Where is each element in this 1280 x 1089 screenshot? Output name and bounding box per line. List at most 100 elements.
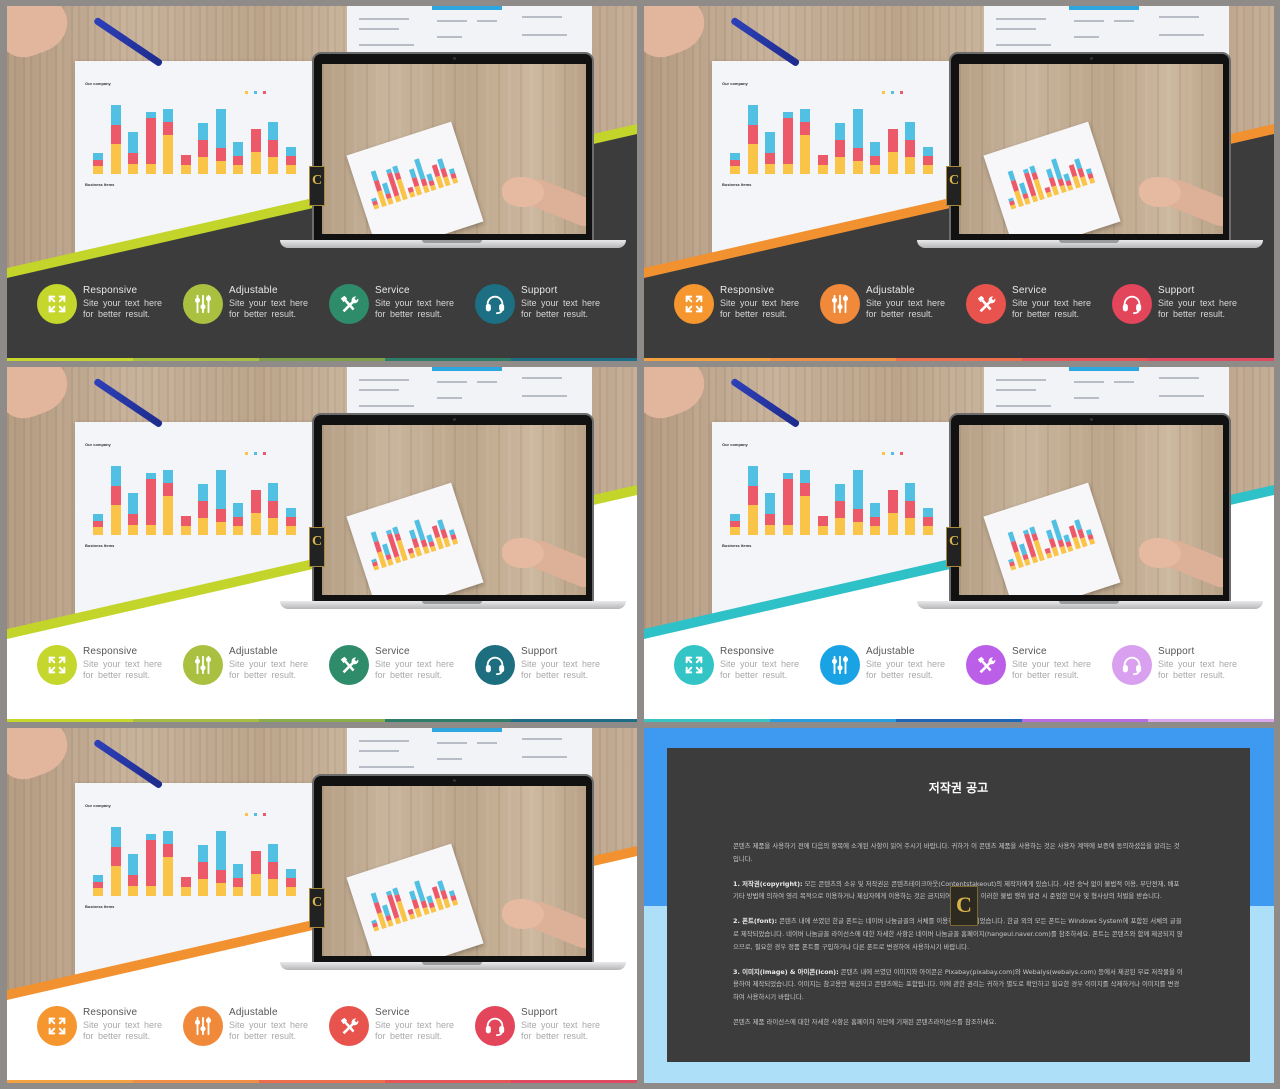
stripe-segment: [770, 719, 896, 722]
stripe-segment: [385, 1080, 511, 1083]
headset-icon: [475, 284, 515, 324]
laptop-mockup: [917, 413, 1263, 609]
feature-description: Site your text here for better result.: [229, 659, 308, 681]
feature-description-line: Site your text here: [1012, 659, 1092, 669]
bar-segment: [430, 184, 437, 191]
feature-description-line: for better result.: [1012, 670, 1080, 680]
slide-thumbnail-4[interactable]: Our company Business Items C Responsive …: [644, 367, 1274, 722]
bar-segment: [394, 917, 401, 925]
feature-description-line: for better result.: [521, 670, 589, 680]
feature-description-line: for better result.: [375, 670, 443, 680]
laptop-screen: [322, 786, 586, 956]
bottom-color-stripe: [7, 1080, 637, 1083]
stripe-segment: [385, 719, 511, 722]
expand-arrows-icon: [37, 284, 77, 324]
bar-segment: [1059, 185, 1067, 194]
bar-segment: [1080, 176, 1088, 187]
expand-arrows-icon: [674, 645, 714, 685]
feature-description: Site your text here for better result.: [720, 298, 799, 320]
feature-description: Site your text here for better result.: [1012, 298, 1091, 320]
feature-title: Responsive: [720, 646, 775, 657]
feature-description: Site your text here for better result.: [866, 659, 945, 681]
feature-list: Responsive Site your text here for better…: [674, 284, 1264, 324]
bottom-color-stripe: [644, 719, 1274, 722]
notice-outro: 콘텐츠 제품 라이선스에 대한 자세한 사항은 홈페이지 하단에 기재된 콘텐츠…: [733, 1017, 997, 1026]
feature-list: Responsive Site your text here for better…: [37, 284, 627, 324]
feature-title: Responsive: [720, 285, 775, 296]
sliders-icon: [183, 284, 223, 324]
feature-description-line: for better result.: [1158, 670, 1226, 680]
feature-list: Responsive Site your text here for better…: [37, 1006, 627, 1046]
mini-chart-bar: [1008, 197, 1017, 210]
bar-segment: [408, 552, 415, 559]
slide-thumbnail-grid: Our company Business Items C Responsive …: [0, 0, 1280, 1089]
feature-support: Support Site your text here for better re…: [475, 645, 621, 685]
feature-description-line: for better result.: [521, 309, 589, 319]
mini-chart-bar: [406, 547, 415, 559]
bar-segment: [414, 907, 423, 918]
bar-segment: [443, 537, 451, 548]
feature-support: Support Site your text here for better re…: [1112, 645, 1258, 685]
stripe-segment: [1148, 719, 1274, 722]
slide-thumbnail-2[interactable]: Our company Business Items C Responsive …: [644, 6, 1274, 361]
laptop-screen: [959, 64, 1223, 234]
laptop-screen: [322, 425, 586, 595]
hammer-wrench-icon: [966, 645, 1006, 685]
slide-thumbnail-5[interactable]: Our company Business Items C Responsive …: [7, 728, 637, 1083]
bar-segment: [422, 546, 430, 555]
bar-segment: [451, 899, 458, 907]
slide-thumbnail-6-copyright[interactable]: 저작권 공고 콘텐츠 제품을 사용하기 전에 다음의 항목에 소개된 사항이 읽…: [644, 728, 1274, 1083]
laptop-screen: [322, 64, 586, 234]
slide-thumbnail-3[interactable]: Our company Business Items C Responsive …: [7, 367, 637, 722]
expand-arrows-icon: [674, 284, 714, 324]
bar-segment: [373, 565, 380, 571]
laptop-base: [280, 962, 626, 970]
laptop-mockup: [917, 52, 1263, 248]
feature-service: Service Site your text here for better re…: [966, 284, 1112, 324]
feature-description: Site your text here for better result.: [521, 659, 600, 681]
bar-segment: [1067, 545, 1074, 552]
stripe-segment: [644, 358, 770, 361]
stripe-segment: [511, 358, 637, 361]
feature-description-line: Site your text here: [229, 1020, 309, 1030]
feature-service: Service Site your text here for better re…: [329, 645, 475, 685]
feature-description-line: for better result.: [83, 670, 151, 680]
laptop-screen: [959, 425, 1223, 595]
bar-segment: [1088, 177, 1095, 185]
slide-thumbnail-1[interactable]: Our company Business Items C Responsive …: [7, 6, 637, 361]
feature-list: Responsive Site your text here for better…: [37, 645, 627, 685]
feature-title: Service: [1012, 646, 1047, 657]
stripe-segment: [133, 358, 259, 361]
bar-segment: [387, 198, 394, 205]
feature-description-line: Site your text here: [521, 659, 601, 669]
brand-logo: C: [309, 527, 325, 567]
camera-dot: [453, 57, 456, 60]
feature-title: Service: [375, 646, 410, 657]
feature-description-line: for better result.: [83, 1031, 151, 1041]
bottom-color-stripe: [7, 719, 637, 722]
feature-support: Support Site your text here for better re…: [475, 284, 621, 324]
stripe-segment: [511, 1080, 637, 1083]
bar-segment: [373, 204, 380, 210]
feature-description-line: Site your text here: [1012, 298, 1092, 308]
feature-description: Site your text here for better result.: [866, 298, 945, 320]
feature-support: Support Site your text here for better re…: [1112, 284, 1258, 324]
feature-description-line: Site your text here: [229, 659, 309, 669]
feature-title: Support: [521, 646, 558, 657]
notice-section-image-icon: 3. 이미지(image) & 아이콘(icon): 콘텐츠 내에 쓰였던 이미…: [733, 966, 1185, 1004]
feature-adjustable: Adjustable Site your text here for better…: [820, 645, 966, 685]
stripe-segment: [1022, 358, 1148, 361]
feature-description-line: Site your text here: [375, 298, 455, 308]
feature-description-line: Site your text here: [229, 298, 309, 308]
mini-chart-bar: [371, 558, 380, 571]
notice-title: 저작권 공고: [928, 781, 989, 795]
mini-chart-bar: [371, 919, 380, 932]
fist-image: [502, 177, 544, 207]
mini-chart-bar: [1043, 186, 1052, 198]
feature-description-line: Site your text here: [521, 298, 601, 308]
feature-responsive: Responsive Site your text here for better…: [37, 645, 183, 685]
bar-segment: [430, 545, 437, 552]
feature-description-line: for better result.: [229, 670, 297, 680]
laptop-mockup: [280, 774, 626, 970]
feature-title: Adjustable: [229, 1007, 278, 1018]
